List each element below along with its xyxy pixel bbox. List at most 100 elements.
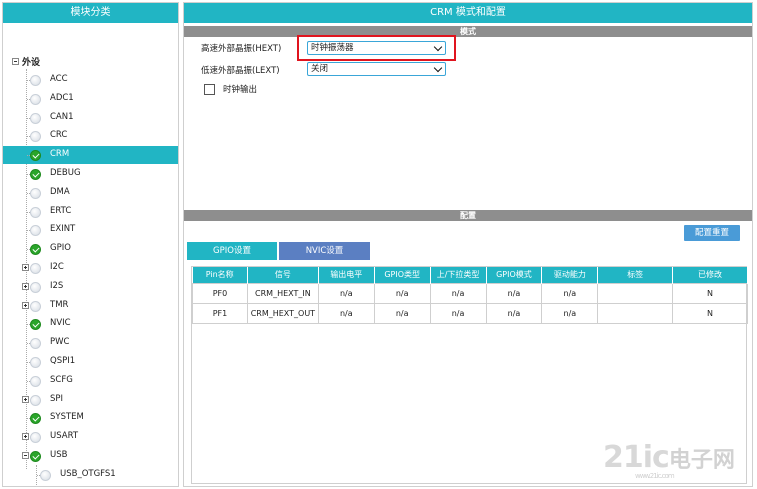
tree-item-pwc[interactable]: PWC bbox=[3, 334, 178, 352]
crm-panel-title: CRM 模式和配置 bbox=[184, 3, 752, 23]
expand-icon[interactable] bbox=[22, 282, 29, 290]
tree-item-usb[interactable]: USB bbox=[3, 447, 178, 465]
inactive-status-icon bbox=[30, 187, 41, 199]
tree-item-label: QSPI1 bbox=[50, 356, 76, 366]
table-cell: PF0 bbox=[192, 282, 248, 304]
config-section-bar: 配置 bbox=[184, 210, 752, 221]
tree-item-i2s[interactable]: I2S bbox=[3, 278, 178, 296]
inactive-status-icon bbox=[30, 300, 41, 312]
table-cell: n/a bbox=[485, 302, 543, 324]
collapse-icon[interactable] bbox=[12, 58, 19, 65]
lext-select-value: 关闭 bbox=[311, 64, 329, 74]
tree-item-label: USB bbox=[50, 450, 68, 460]
tree-item-label: CRM bbox=[50, 149, 70, 160]
gpio-settings-table: Pin名称 信号 输出电平 GPIO类型 上/下拉类型 GPIO模式 驱动能力 标签 已修改 P… bbox=[192, 267, 748, 324]
inactive-status-icon bbox=[30, 93, 41, 105]
table-row[interactable]: PF1 CRM_HEXT_OUT n/a n/a n/a n/a n/a N bbox=[192, 302, 748, 324]
tree-item-system[interactable]: SYSTEM bbox=[3, 409, 178, 427]
check-status-icon bbox=[30, 150, 41, 162]
table-header-cell[interactable]: 驱动能力 bbox=[541, 267, 599, 283]
clock-out-label: 时钟输出 bbox=[223, 85, 258, 95]
tree-subitem-usb_otghs1[interactable]: USB_OTGHS1 bbox=[3, 485, 178, 486]
clock-out-row: 时钟输出 bbox=[204, 83, 257, 95]
inactive-status-icon bbox=[40, 469, 51, 481]
table-cell: n/a bbox=[373, 282, 431, 304]
table-cell: PF1 bbox=[192, 302, 248, 324]
table-header-cell[interactable]: 已修改 bbox=[672, 267, 748, 283]
tree-root-label: 外设 bbox=[22, 58, 41, 68]
watermark-logo: 21ic电子网 www.21ic.com bbox=[603, 440, 735, 480]
tree-item-label: ADC1 bbox=[50, 92, 74, 103]
table-header-cell[interactable]: 输出电平 bbox=[318, 267, 375, 283]
table-cell bbox=[597, 302, 674, 324]
tree-item-label: PWC bbox=[50, 337, 70, 348]
tab-nvic-settings[interactable]: NVIC设置 bbox=[279, 242, 370, 260]
tree-item-spi[interactable]: SPI bbox=[3, 391, 178, 409]
lext-label: 低速外部晶振(LEXT) bbox=[201, 66, 280, 76]
config-reset-button[interactable]: 配置重置 bbox=[684, 225, 740, 241]
table-cell: CRM_HEXT_IN bbox=[246, 282, 319, 304]
collapse-icon[interactable] bbox=[22, 452, 29, 459]
table-header-cell[interactable]: Pin名称 bbox=[192, 267, 248, 283]
table-header-cell[interactable]: GPIO模式 bbox=[486, 267, 543, 283]
tree-item-scfg[interactable]: SCFG bbox=[3, 372, 178, 390]
tree-item-acc[interactable]: ACC bbox=[3, 71, 178, 89]
tree-item-label: USART bbox=[50, 431, 79, 442]
expand-icon[interactable] bbox=[22, 433, 29, 441]
table-cell bbox=[597, 282, 674, 304]
tree-item-debug[interactable]: DEBUG bbox=[3, 165, 178, 183]
tree-item-label: NVIC bbox=[50, 318, 71, 329]
hext-label: 高速外部晶振(HEXT) bbox=[201, 44, 282, 54]
table-cell: N bbox=[672, 282, 748, 304]
tree-item-label: SPI bbox=[50, 393, 64, 404]
tree-item-dma[interactable]: DMA bbox=[3, 184, 178, 202]
tree-item-exint[interactable]: EXINT bbox=[3, 221, 178, 239]
table-cell: CRM_HEXT_OUT bbox=[246, 302, 319, 324]
inactive-status-icon bbox=[30, 394, 41, 406]
tree-item-ertc[interactable]: ERTC bbox=[3, 203, 178, 221]
table-header-cell[interactable]: GPIO类型 bbox=[374, 267, 431, 283]
tree-item-qspi1[interactable]: QSPI1 bbox=[3, 353, 178, 371]
clock-out-checkbox[interactable] bbox=[204, 83, 215, 95]
crm-mode-config-panel: CRM 模式和配置 模式 高速外部晶振(HEXT) 时钟振荡器 低速外部晶振(L… bbox=[183, 2, 753, 487]
inactive-status-icon bbox=[30, 357, 41, 368]
check-status-icon bbox=[30, 244, 41, 256]
table-cell: n/a bbox=[429, 282, 487, 304]
tree-item-crc[interactable]: CRC bbox=[3, 127, 178, 145]
tree-item-label: I2C bbox=[50, 262, 64, 272]
check-status-icon bbox=[30, 451, 41, 462]
tree-item-adc1[interactable]: ADC1 bbox=[3, 90, 178, 108]
lext-row: 低速外部晶振(LEXT) bbox=[201, 64, 280, 76]
table-cell: N bbox=[672, 302, 748, 324]
tree-item-usart[interactable]: USART bbox=[3, 428, 178, 446]
expand-icon[interactable] bbox=[22, 301, 29, 309]
table-header-cell[interactable]: 标签 bbox=[597, 267, 674, 283]
table-cell: n/a bbox=[429, 302, 487, 324]
tree-item-crm[interactable]: CRM bbox=[3, 146, 178, 165]
tree-root-peripherals[interactable]: 外设 bbox=[12, 55, 40, 68]
table-cell: n/a bbox=[317, 282, 375, 304]
tab-gpio-settings[interactable]: GPIO设置 bbox=[187, 242, 277, 260]
inactive-status-icon bbox=[30, 375, 41, 387]
tree-item-label: SCFG bbox=[50, 374, 73, 385]
table-header-cell[interactable]: 上/下拉类型 bbox=[430, 267, 487, 283]
tree-item-can1[interactable]: CAN1 bbox=[3, 109, 178, 127]
lext-select[interactable]: 关闭 bbox=[307, 62, 446, 76]
hext-row: 高速外部晶振(HEXT) bbox=[201, 42, 281, 54]
tree-item-gpio[interactable]: GPIO bbox=[3, 240, 178, 258]
inactive-status-icon bbox=[30, 225, 41, 237]
tree-item-nvic[interactable]: NVIC bbox=[3, 315, 178, 333]
tree-item-label: DEBUG bbox=[50, 168, 81, 178]
tree-item-label: SYSTEM bbox=[50, 412, 84, 423]
tree-item-tmr[interactable]: TMR bbox=[3, 297, 178, 315]
tree-subitem-label: USB_OTGFS1 bbox=[60, 468, 116, 479]
mode-section-bar: 模式 bbox=[184, 26, 752, 37]
tree-item-label: CAN1 bbox=[50, 111, 74, 122]
expand-icon[interactable] bbox=[22, 264, 29, 271]
tree-item-i2c[interactable]: I2C bbox=[3, 259, 178, 277]
expand-icon[interactable] bbox=[22, 395, 29, 403]
tree-subitem-usb_otgfs1[interactable]: USB_OTGFS1 bbox=[3, 466, 178, 484]
table-header-cell[interactable]: 信号 bbox=[247, 267, 319, 283]
tree-item-label: EXINT bbox=[50, 224, 76, 235]
table-row[interactable]: PF0 CRM_HEXT_IN n/a n/a n/a n/a n/a N bbox=[192, 282, 748, 304]
